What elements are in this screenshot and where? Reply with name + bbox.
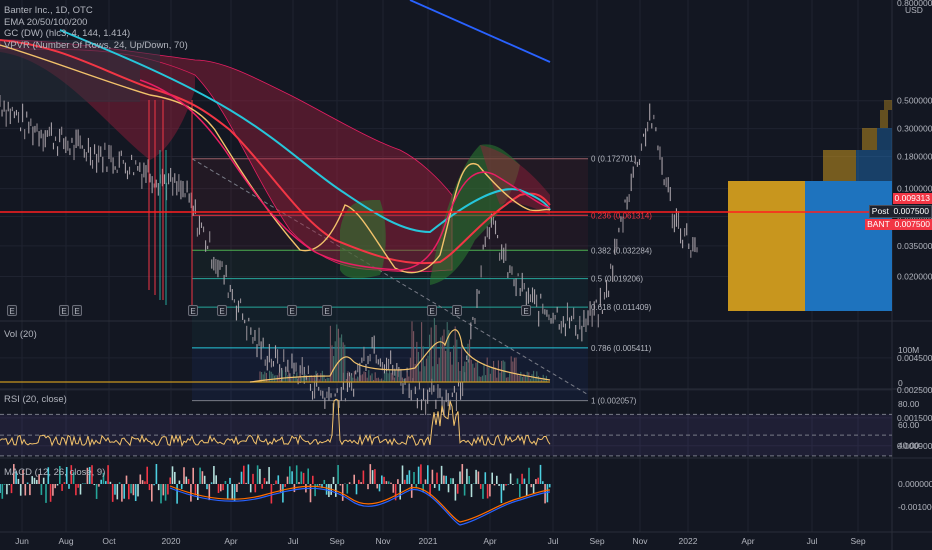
time-axis-label: Jun bbox=[15, 536, 29, 546]
time-axis-label: 2020 bbox=[162, 536, 181, 546]
legend-ema-line[interactable]: EMA 20/50/100/200 bbox=[4, 17, 188, 29]
price-axis-label: 0.500000 bbox=[897, 96, 932, 106]
time-axis-label: Nov bbox=[632, 536, 648, 546]
earnings-marker[interactable]: E bbox=[72, 305, 82, 316]
price-tag-high: 0.009313 bbox=[892, 193, 932, 204]
time-axis-label: 2022 bbox=[679, 536, 698, 546]
earnings-marker[interactable]: E bbox=[427, 305, 437, 316]
time-axis-label: Jul bbox=[288, 536, 299, 546]
volume-axis-label: 0 bbox=[898, 378, 903, 388]
earnings-marker[interactable]: E bbox=[287, 305, 297, 316]
time-axis-label: Nov bbox=[375, 536, 391, 546]
price-axis-label: 0.800000 bbox=[897, 0, 932, 8]
time-axis-label: Sep bbox=[329, 536, 344, 546]
macd-pane-title[interactable]: MACD (12, 26, close, 9) bbox=[4, 467, 105, 478]
price-axis-label: 0.035000 bbox=[897, 241, 932, 251]
price-axis-label: 0.020000 bbox=[897, 271, 932, 281]
vpvr-bar bbox=[877, 128, 892, 150]
chart-root: 0 (0.172701) 0.236 (0.061314) 0.382 (0.032… bbox=[0, 0, 932, 550]
time-axis-label: Aug bbox=[58, 536, 73, 546]
price-tag-symbol: BANT 0.007500 bbox=[865, 219, 932, 230]
time-axis-label: Jul bbox=[807, 536, 818, 546]
time-axis-label: Sep bbox=[850, 536, 865, 546]
earnings-marker[interactable]: E bbox=[521, 305, 531, 316]
fib-level-label: 0.786 (0.005411) bbox=[591, 344, 652, 353]
price-tag-post: Post 0.007500 bbox=[868, 205, 932, 218]
price-axis-label: 0.300000 bbox=[897, 124, 932, 134]
time-axis-label: Apr bbox=[483, 536, 496, 546]
macd-axis-label: -0.001000 bbox=[898, 502, 932, 512]
earnings-marker[interactable]: E bbox=[59, 305, 69, 316]
time-axis-label: Oct bbox=[102, 536, 116, 546]
earnings-marker[interactable]: E bbox=[7, 305, 17, 316]
fib-level-label: 1 (0.002057) bbox=[591, 397, 637, 406]
volume-pane-title[interactable]: Vol (20) bbox=[4, 329, 37, 340]
trendline bbox=[409, 0, 551, 63]
vpvr-bar bbox=[805, 181, 892, 311]
time-axis-label: 2021 bbox=[419, 536, 438, 546]
vpvr-bar bbox=[823, 150, 856, 181]
vpvr-bar bbox=[862, 128, 877, 150]
legend-gc-line[interactable]: GC (DW) (hlc3, 4, 144, 1.414) bbox=[4, 28, 188, 40]
macd-axis-label: 0.000000 bbox=[898, 479, 932, 489]
time-axis-label: Apr bbox=[741, 536, 754, 546]
earnings-marker[interactable]: E bbox=[217, 305, 227, 316]
vpvr-bar bbox=[880, 110, 888, 128]
earnings-marker[interactable]: E bbox=[322, 305, 332, 316]
vpvr-bar bbox=[884, 100, 892, 110]
fib-level-label: 0.5 (0.019206) bbox=[591, 275, 643, 284]
time-axis-label: Jul bbox=[548, 536, 559, 546]
fib-level-label: 0 (0.172701) bbox=[591, 155, 637, 164]
rsi-axis-label: 60.00 bbox=[898, 420, 920, 430]
volume-axis-label: 100M bbox=[898, 345, 919, 355]
rsi-axis-label: 80.00 bbox=[898, 399, 920, 409]
time-axis-label: Sep bbox=[589, 536, 604, 546]
vpvr-bar bbox=[728, 181, 805, 311]
rsi-pane-title[interactable]: RSI (20, close) bbox=[4, 394, 67, 405]
earnings-marker[interactable]: E bbox=[188, 305, 198, 316]
rsi-axis-label: 40.00 bbox=[898, 441, 920, 451]
legend-vpvr-line[interactable]: VPVR (Number Of Rows, 24, Up/Down, 70) bbox=[4, 40, 188, 52]
chart-legend: Banter Inc., 1D, OTC EMA 20/50/100/200 G… bbox=[4, 5, 188, 51]
earnings-marker[interactable]: E bbox=[452, 305, 462, 316]
price-axis-label: 0.180000 bbox=[897, 151, 932, 161]
vpvr-bar bbox=[856, 150, 892, 181]
chart-canvas[interactable]: 0 (0.172701)0.236 (0.061314)0.382 (0.032… bbox=[0, 0, 932, 550]
time-axis-label: Apr bbox=[224, 536, 237, 546]
fib-level-label: 0.382 (0.032284) bbox=[591, 246, 652, 255]
legend-symbol-line[interactable]: Banter Inc., 1D, OTC bbox=[4, 5, 188, 17]
